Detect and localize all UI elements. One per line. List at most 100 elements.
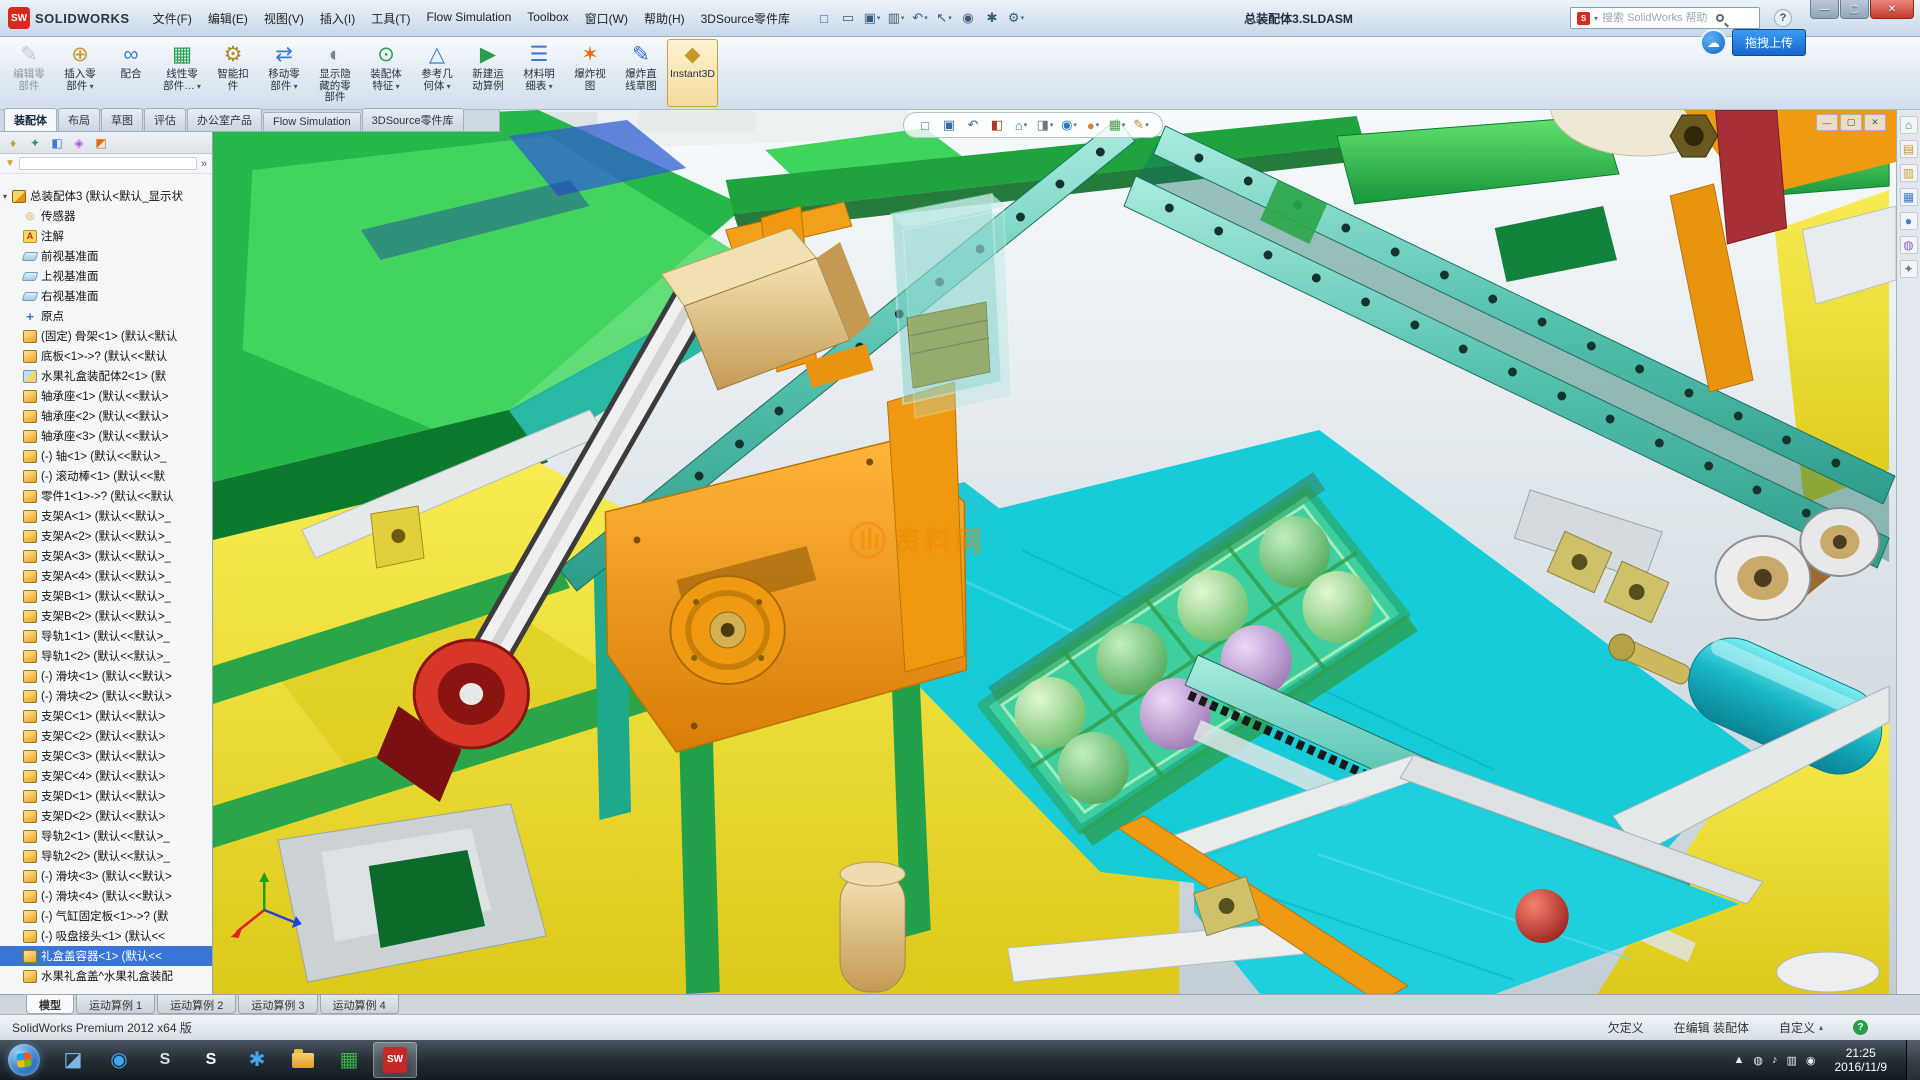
child-restore-button[interactable]: ▢ (1840, 114, 1862, 131)
maximize-button[interactable]: ▢ (1840, 0, 1869, 19)
open-button[interactable]: ▭ (837, 7, 859, 29)
command-tab[interactable]: 布局 (58, 108, 100, 131)
tree-item[interactable]: 支架D<1> (默认<<默认> (0, 786, 212, 806)
assembly-features-button[interactable]: ⊙ 装配体 特征 (361, 39, 411, 107)
command-tab[interactable]: 装配体 (4, 108, 57, 131)
search-box[interactable]: S ▾ (1570, 7, 1760, 29)
drag-upload-button[interactable]: 拖拽上传 (1732, 29, 1806, 56)
tree-item[interactable]: 导轨2<2> (默认<<默认>_ (0, 846, 212, 866)
tree-item[interactable]: 水果礼盒盖^水果礼盒装配 (0, 966, 212, 986)
tree-item[interactable]: 底板<1>->? (默认<<默认 (0, 346, 212, 366)
filter-input[interactable] (19, 157, 197, 170)
tree-item[interactable]: 支架A<1> (默认<<默认>_ (0, 506, 212, 526)
taskbar-solidworks-app[interactable]: SW (373, 1042, 417, 1078)
menu-item[interactable]: Flow Simulation (420, 6, 519, 31)
tree-item[interactable]: 轴承座<3> (默认<<默认> (0, 426, 212, 446)
featuremanager-tab[interactable]: ♦ (4, 134, 22, 152)
tree-item[interactable]: (-) 滑块<4> (默认<<默认> (0, 886, 212, 906)
view-palette-icon[interactable]: ▦ (1900, 188, 1918, 206)
file-explorer-icon[interactable]: ▥ (1900, 164, 1918, 182)
tree-item[interactable]: 零件1<1>->? (默认<<默认 (0, 486, 212, 506)
tree-item[interactable]: 支架C<2> (默认<<默认> (0, 726, 212, 746)
menu-item[interactable]: 工具(T) (364, 6, 417, 31)
search-icon[interactable] (1716, 14, 1724, 22)
show-hidden-button[interactable]: ◐ 显示隐 藏的零 部件 (310, 39, 360, 107)
propertymanager-tab[interactable]: ✦ (26, 134, 44, 152)
displaymanager-tab[interactable]: ◩ (92, 134, 110, 152)
tree-item[interactable]: 支架B<1> (默认<<默认>_ (0, 586, 212, 606)
tree-item[interactable]: 支架A<4> (默认<<默认>_ (0, 566, 212, 586)
graphics-area[interactable]: 资料网 □▣↶◧⌂◨◉●▦✎ —▢✕ (213, 110, 1896, 994)
tree-item[interactable]: 支架B<2> (默认<<默认>_ (0, 606, 212, 626)
tree-item[interactable]: 上视基准面 (0, 266, 212, 286)
print-button[interactable]: ▥ (885, 7, 907, 29)
reference-geometry-button[interactable]: △ 参考几 何体 (412, 39, 462, 107)
menu-item[interactable]: Toolbox (520, 6, 575, 31)
menu-item[interactable]: 文件(F) (146, 6, 199, 31)
start-button[interactable] (8, 1044, 40, 1076)
command-tab[interactable]: Flow Simulation (263, 112, 361, 131)
model-tab[interactable]: 运动算例 2 (157, 995, 236, 1014)
edit-component-button[interactable]: ✎ 编辑零 部件 (4, 39, 54, 107)
tree-item[interactable]: 右视基准面 (0, 286, 212, 306)
tree-item[interactable]: (-) 滑块<1> (默认<<默认> (0, 666, 212, 686)
taskbar-file-explorer[interactable] (281, 1042, 325, 1078)
options-button[interactable]: ⚙ (1005, 7, 1027, 29)
tree-item[interactable]: 支架C<3> (默认<<默认> (0, 746, 212, 766)
tree-item[interactable]: 轴承座<2> (默认<<默认> (0, 406, 212, 426)
taskbar-flower-app[interactable]: ✱ (235, 1042, 279, 1078)
clear-magazine[interactable] (891, 194, 1011, 418)
command-tab[interactable]: 3DSource零件库 (362, 108, 464, 131)
tree-item[interactable]: 注解 (0, 226, 212, 246)
menu-item[interactable]: 帮助(H) (637, 6, 692, 31)
child-close-button[interactable]: ✕ (1864, 114, 1886, 131)
file-properties-button[interactable]: ✱ (981, 7, 1003, 29)
taskbar-media-app[interactable]: ◪ (51, 1042, 95, 1078)
search-scope-dropdown-icon[interactable]: ▾ (1594, 14, 1598, 23)
configurationmanager-tab[interactable]: ◧ (48, 134, 66, 152)
tray-message-icon[interactable]: ◉ (1806, 1054, 1816, 1067)
model-tab[interactable]: 运动算例 3 (238, 995, 317, 1014)
tree-item[interactable]: 支架A<3> (默认<<默认>_ (0, 546, 212, 566)
minimize-button[interactable]: — (1810, 0, 1839, 19)
edit-appearance-icon[interactable]: ● (1082, 114, 1104, 136)
resources-icon[interactable]: ⌂ (1900, 116, 1918, 134)
tree-item[interactable]: 轴承座<1> (默认<<默认> (0, 386, 212, 406)
mate-button[interactable]: ∞ 配合 (106, 39, 156, 107)
dimxpertmanager-tab[interactable]: ◈ (70, 134, 88, 152)
search-input[interactable] (1602, 12, 1712, 24)
model-tab[interactable]: 模型 (26, 995, 74, 1014)
hide-show-items-icon[interactable]: ◉ (1058, 114, 1080, 136)
bom-button[interactable]: ☰ 材料明 细表 (514, 39, 564, 107)
tree-item[interactable]: (-) 气缸固定板<1>->? (默 (0, 906, 212, 926)
taskbar-chart-app[interactable]: ▦ (327, 1042, 371, 1078)
taskbar-clock[interactable]: 21:25 2016/11/9 (1835, 1046, 1888, 1074)
upload-overlay[interactable]: ☁ 拖拽上传 (1700, 29, 1806, 56)
menu-item[interactable]: 3DSource零件库 (694, 6, 797, 31)
new-button[interactable]: □ (813, 7, 835, 29)
appearances-icon[interactable]: ● (1900, 212, 1918, 230)
tray-network-icon[interactable]: ◍ (1753, 1054, 1763, 1067)
view-orientation-icon[interactable]: ⌂ (1010, 114, 1032, 136)
tree-item[interactable]: 传感器 (0, 206, 212, 226)
tree-item[interactable]: 原点 (0, 306, 212, 326)
child-minimize-button[interactable]: — (1816, 114, 1838, 131)
apply-scene-icon[interactable]: ▦ (1106, 114, 1128, 136)
cloud-icon[interactable]: ☁ (1700, 29, 1727, 56)
status-help-icon[interactable]: ? (1853, 1020, 1868, 1035)
smart-fasteners-button[interactable]: ⚙ 智能扣 件 (208, 39, 258, 107)
tree-item[interactable]: 导轨1<2> (默认<<默认>_ (0, 646, 212, 666)
close-button[interactable]: ✕ (1870, 0, 1914, 19)
help-icon[interactable]: ? (1774, 9, 1792, 27)
tray-volume-icon[interactable]: ♪ (1772, 1054, 1778, 1067)
tree-item[interactable]: 导轨2<1> (默认<<默认>_ (0, 826, 212, 846)
zoom-fit-icon[interactable]: □ (914, 114, 936, 136)
move-component-button[interactable]: ⇄ 移动零 部件 (259, 39, 309, 107)
tree-item[interactable]: ▾ 总装配体3 (默认<默认_显示状 (0, 186, 212, 206)
tree-item[interactable]: (固定) 骨架<1> (默认<默认 (0, 326, 212, 346)
command-tab[interactable]: 办公室产品 (187, 108, 262, 131)
filter-icon[interactable]: ▼ (5, 158, 15, 169)
menu-item[interactable]: 窗口(W) (578, 6, 635, 31)
command-tab[interactable]: 草图 (101, 108, 143, 131)
show-desktop-button[interactable] (1906, 1040, 1920, 1080)
